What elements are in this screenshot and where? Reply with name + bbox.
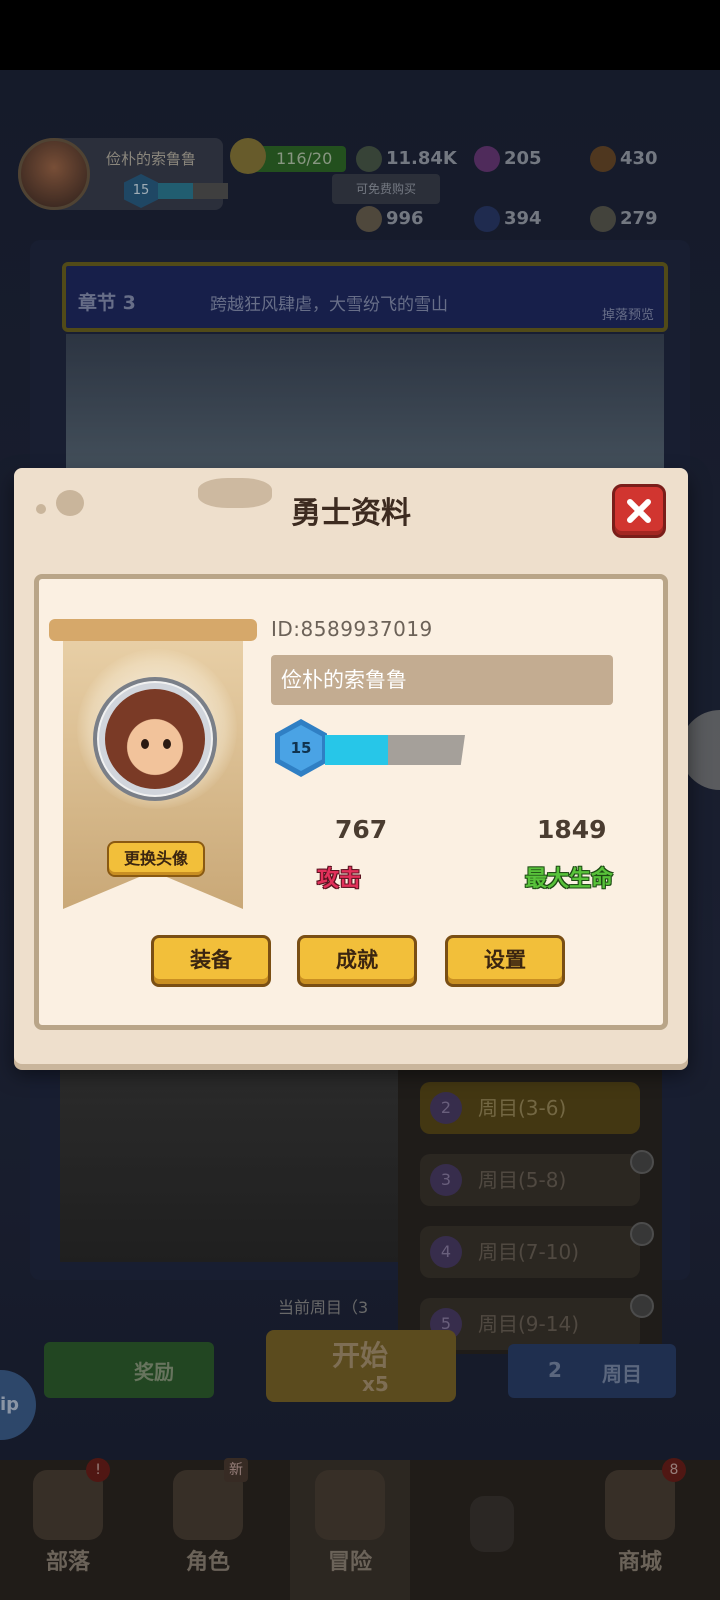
avatar-portrait xyxy=(105,689,205,789)
avatar-banner: 更换头像 xyxy=(49,619,257,909)
attack-value: 767 xyxy=(335,815,388,844)
avatar[interactable] xyxy=(93,677,217,801)
level-progress-fill xyxy=(325,735,388,765)
max-hp-label: 最大生命 xyxy=(525,867,614,892)
equipment-button[interactable]: 装备 xyxy=(151,935,271,987)
settings-button[interactable]: 设置 xyxy=(445,935,565,987)
max-hp-value: 1849 xyxy=(537,815,607,844)
avatar-eye xyxy=(163,739,171,749)
close-icon xyxy=(627,499,651,523)
change-avatar-button[interactable]: 更换头像 xyxy=(107,841,205,877)
banner-rod xyxy=(49,619,257,641)
profile-panel: 更换头像 ID:8589937019 俭朴的索鲁鲁 15 767 攻击 1849… xyxy=(34,574,668,1030)
status-bar xyxy=(0,0,720,70)
avatar-eye xyxy=(141,739,149,749)
warrior-profile-dialog: 勇士资料 更换头像 ID:8589937019 俭朴的索鲁鲁 15 767 攻击… xyxy=(14,468,688,1064)
player-name: 俭朴的索鲁鲁 xyxy=(271,655,613,705)
dialog-title: 勇士资料 xyxy=(291,496,411,531)
attack-label: 攻击 xyxy=(317,867,362,892)
close-button[interactable] xyxy=(612,484,666,538)
achievements-button[interactable]: 成就 xyxy=(297,935,417,987)
level-progress-bar xyxy=(325,735,465,765)
player-id: ID:8589937019 xyxy=(271,617,433,641)
